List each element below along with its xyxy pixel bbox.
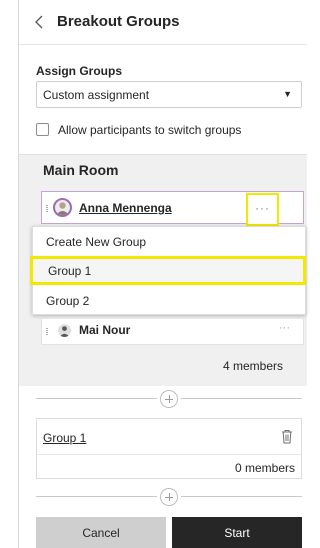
participant-card[interactable]: Mai Nour ··· bbox=[41, 319, 304, 345]
panel-header: Breakout Groups bbox=[19, 0, 307, 45]
participant-name: Mai Nour bbox=[79, 323, 131, 337]
drag-handle-icon[interactable] bbox=[46, 205, 48, 212]
group-card: Group 1 0 members bbox=[36, 418, 302, 479]
move-to-group-menu: Create New Group Group 1 Group 2 bbox=[30, 226, 307, 315]
menu-item-group-1[interactable]: Group 1 bbox=[30, 256, 306, 285]
add-group-divider bbox=[36, 390, 302, 408]
group-name-link[interactable]: Group 1 bbox=[43, 431, 86, 445]
divider-line bbox=[36, 496, 157, 497]
breakout-groups-panel: Breakout Groups Assign Groups Custom ass… bbox=[19, 0, 307, 548]
member-count: 0 members bbox=[234, 461, 295, 475]
member-count: 4 members bbox=[222, 359, 283, 373]
allow-switch-groups-checkbox[interactable] bbox=[36, 123, 49, 136]
assign-groups-select[interactable]: Custom assignment ▼ bbox=[36, 81, 302, 108]
participant-name[interactable]: Anna Mennenga bbox=[79, 201, 172, 215]
add-group-divider bbox=[36, 488, 302, 506]
start-button[interactable]: Start bbox=[172, 517, 302, 548]
divider-line bbox=[36, 398, 157, 399]
more-dots-icon: ··· bbox=[255, 201, 270, 215]
avatar bbox=[53, 198, 72, 217]
cancel-button-label: Cancel bbox=[82, 526, 120, 540]
add-group-plus-icon[interactable] bbox=[160, 390, 178, 408]
drag-handle-icon[interactable] bbox=[46, 328, 48, 335]
group-header: Group 1 bbox=[37, 419, 301, 455]
menu-item-label: Group 2 bbox=[46, 294, 90, 308]
trash-icon[interactable] bbox=[281, 429, 293, 444]
back-chevron-icon[interactable] bbox=[33, 12, 47, 32]
add-group-plus-icon[interactable] bbox=[160, 488, 178, 506]
assign-groups-value: Custom assignment bbox=[43, 88, 150, 102]
caret-down-icon: ▼ bbox=[283, 89, 292, 99]
menu-item-create-new-group[interactable]: Create New Group bbox=[33, 227, 307, 256]
cancel-button[interactable]: Cancel bbox=[36, 517, 166, 548]
page-title: Breakout Groups bbox=[57, 13, 180, 30]
more-options-icon[interactable]: ··· bbox=[279, 322, 290, 334]
menu-item-group-2[interactable]: Group 2 bbox=[33, 286, 307, 315]
more-options-button[interactable]: ··· bbox=[246, 193, 279, 226]
allow-switch-groups-label: Allow participants to switch groups bbox=[58, 123, 242, 137]
divider-line bbox=[181, 398, 302, 399]
allow-switch-groups-option[interactable]: Allow participants to switch groups bbox=[36, 122, 302, 138]
main-room-title: Main Room bbox=[43, 162, 119, 178]
assign-groups-label: Assign Groups bbox=[36, 64, 123, 78]
person-icon bbox=[58, 324, 71, 337]
divider-line bbox=[181, 496, 302, 497]
menu-item-label: Create New Group bbox=[46, 235, 147, 249]
start-button-label: Start bbox=[224, 526, 250, 540]
menu-item-label: Group 1 bbox=[48, 264, 92, 278]
